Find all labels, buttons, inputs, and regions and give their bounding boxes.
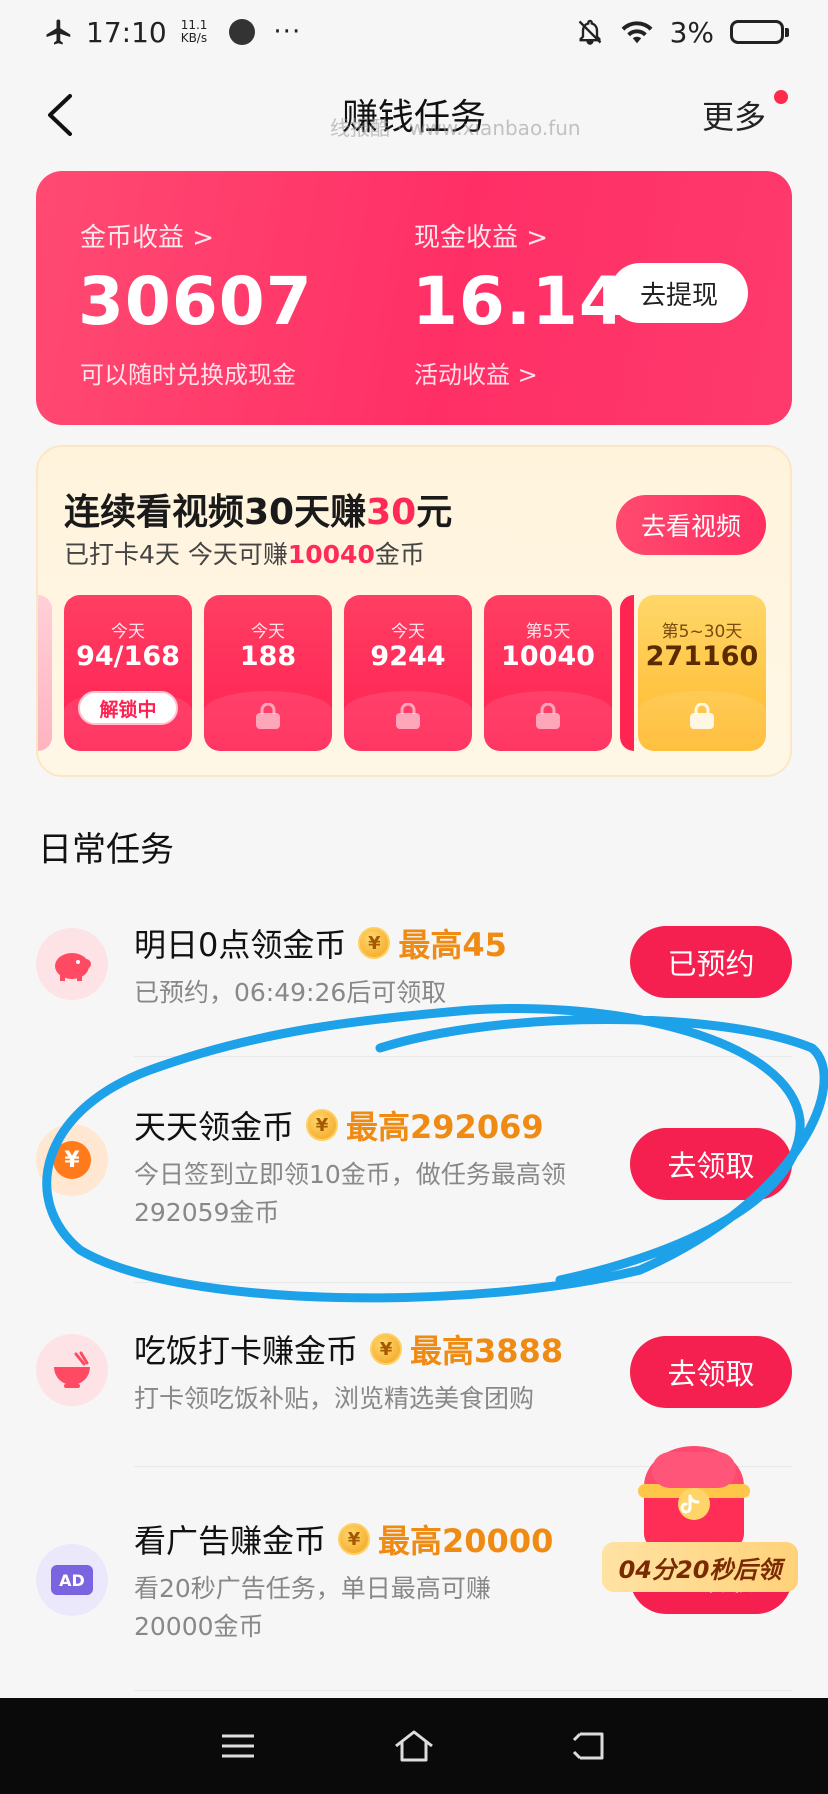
nav-bar: 赚钱任务 线报酷 · www.xianbao.fun 更多 [0,64,828,160]
earnings-card: 金币收益 > 30607 可以随时兑换成现金 现金收益 > 16.14 活动收益… [36,171,792,425]
claim-button[interactable]: 去领取 [630,1128,792,1200]
video-streak-card: 连续看视频30天赚30元 已打卡4天 今天可赚10040金币 去看视频 今天 9… [36,445,792,777]
watch-video-button[interactable]: 去看视频 [616,495,766,555]
yuan-symbol: ¥ [53,1141,91,1179]
lock-icon [536,703,560,729]
day-card[interactable]: 今天 188 [204,595,332,751]
lock-icon [396,703,420,729]
back-icon[interactable] [568,1724,612,1768]
day-card[interactable]: 今天 9244 [344,595,472,751]
coin-earnings-link[interactable]: 金币收益 > [80,217,214,254]
daily-tasks-title: 日常任务 [38,830,174,870]
ad-icon: AD [36,1544,108,1616]
wifi-icon [621,21,652,44]
streak-title-suffix: 元 [416,492,453,533]
battery-icon [730,20,789,44]
rice-bowl-icon [36,1334,108,1406]
day-card-divider [620,595,634,751]
task-title-row: 看广告赚金币 ¥ 最高20000 [134,1516,553,1562]
cash-earnings-value: 16.14 [412,263,626,340]
task-description: 今日签到立即领10金币，做任务最高领292059金币 [134,1160,566,1227]
coin-icon: ¥ [338,1523,371,1555]
task-title-row: 明日0点领金币 ¥ 最高45 [134,920,507,966]
day-card-partial [38,595,52,751]
day-value: 9244 [370,641,446,672]
task-reward: 最高3888 [410,1332,564,1370]
mute-bell-icon [578,19,601,45]
task-title: 天天领金币 [134,1108,295,1146]
home-icon[interactable] [392,1724,436,1768]
coin-icon: ¥ [370,1333,403,1365]
day-card-bonus[interactable]: 第5~30天 271160 [638,595,766,751]
coin-icon: ¥ [306,1109,339,1141]
menu-icon[interactable] [216,1724,260,1768]
day-value: 94/168 [76,641,180,672]
task-title: 明日0点领金币 [134,926,347,964]
day-value: 188 [239,641,297,672]
coin-icon: ¥ [358,927,391,959]
network-speed-unit: KB/s [180,31,208,45]
more-button[interactable]: 更多 [702,92,766,138]
system-nav-bar [0,1698,828,1794]
status-more: ··· [273,17,302,47]
lock-icon [690,703,714,729]
day-value: 271160 [645,641,759,672]
coin-earnings-value: 30607 [78,263,313,340]
day-label: 第5~30天 [661,622,743,642]
task-title-row: 吃饭打卡赚金币 ¥ 最高3888 [134,1326,563,1372]
coin-earnings-hint: 可以随时兑换成现金 [80,361,296,389]
app-notification-icon [229,19,256,45]
withdraw-button[interactable]: 去提现 [610,263,748,323]
task-title: 看广告赚金币 [134,1522,327,1560]
divider [134,1056,792,1057]
yuan-coin-icon: ¥ [36,1124,108,1196]
task-reward: 最高292069 [346,1108,544,1146]
streak-title-highlight: 30 [366,492,417,533]
status-left: 17:10 11.1 KB/s ··· [44,16,301,49]
day-card[interactable]: 今天 94/168 解锁中 [64,595,192,751]
ad-badge: AD [51,1565,93,1595]
day-label: 今天 [111,622,145,642]
page: 17:10 11.1 KB/s ··· 3% 赚钱任务 线报酷 · www.xi… [0,0,828,1794]
day-label: 今天 [251,622,285,642]
day-card[interactable]: 第5天 10040 [484,595,612,751]
status-bar: 17:10 11.1 KB/s ··· 3% [0,0,828,64]
day-value: 10040 [501,641,595,672]
cash-earnings-link[interactable]: 现金收益 > [414,217,548,254]
unlocking-badge: 解锁中 [78,691,178,725]
streak-sub-prefix: 已打卡4天 今天可赚 [64,540,288,569]
battery-percent: 3% [669,15,714,49]
watermark: 线报酷 · www.xianbao.fun [330,116,581,140]
status-time: 17:10 [86,15,167,49]
piggy-bank-icon [36,928,108,1000]
status-right: 3% [576,15,789,49]
task-reward: 最高20000 [378,1522,554,1560]
notification-dot [774,90,788,104]
claim-button[interactable]: 去领取 [630,1336,792,1408]
streak-subtitle: 已打卡4天 今天可赚10040金币 [64,535,425,571]
task-description: 看20秒广告任务，单日最高可赚20000金币 [134,1574,491,1641]
task-description: 已预约，06:49:26后可领取 [134,978,447,1007]
task-reward: 最高45 [398,926,507,964]
lock-icon [256,703,280,729]
chest-countdown[interactable]: 04分20秒后领 [602,1542,798,1592]
task-description: 打卡领吃饭补贴，浏览精选美食团购 [134,1384,535,1413]
streak-sub-suffix: 金币 [374,540,425,569]
streak-title: 连续看视频30天赚30元 [64,483,452,535]
task-title-row: 天天领金币 ¥ 最高292069 [134,1102,544,1148]
task-title: 吃饭打卡赚金币 [134,1332,359,1370]
airplane-mode-icon [46,19,71,45]
network-speed: 11.1 KB/s [181,19,208,45]
day-label: 今天 [391,622,425,642]
streak-sub-highlight: 10040 [287,540,375,569]
divider [134,1690,792,1691]
activity-earnings-link[interactable]: 活动收益 > [414,355,538,390]
streak-title-prefix: 连续看视频30天赚 [64,492,367,533]
divider [134,1282,792,1283]
reserved-button[interactable]: 已预约 [630,926,792,998]
day-label: 第5天 [525,622,571,642]
